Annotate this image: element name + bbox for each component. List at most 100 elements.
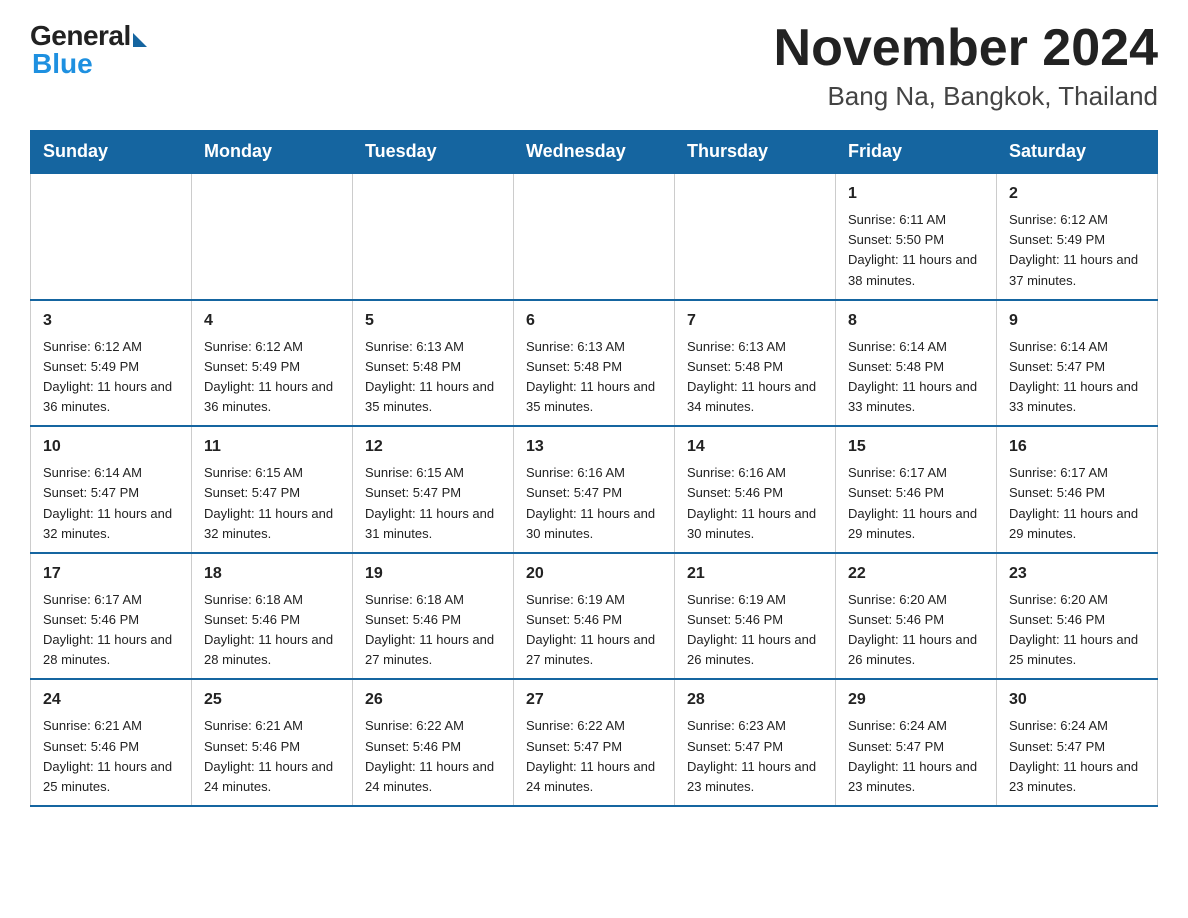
day-number: 17 [43,562,179,586]
calendar-week-1: 1 Sunrise: 6:11 AMSunset: 5:50 PMDaylight… [31,173,1158,300]
calendar-cell-w1-d3 [353,173,514,300]
day-number: 2 [1009,182,1145,206]
header-friday: Friday [836,131,997,174]
day-info: Sunrise: 6:12 AMSunset: 5:49 PMDaylight:… [43,337,179,418]
calendar-cell-w3-d7: 16 Sunrise: 6:17 AMSunset: 5:46 PMDayligh… [997,426,1158,553]
calendar-header-row: SundayMondayTuesdayWednesdayThursdayFrid… [31,131,1158,174]
calendar-cell-w5-d2: 25 Sunrise: 6:21 AMSunset: 5:46 PMDayligh… [192,679,353,806]
calendar-cell-w1-d2 [192,173,353,300]
calendar-cell-w3-d1: 10 Sunrise: 6:14 AMSunset: 5:47 PMDayligh… [31,426,192,553]
header-monday: Monday [192,131,353,174]
calendar-cell-w5-d7: 30Sunrise: 6:24 AMSunset: 5:47 PMDayligh… [997,679,1158,806]
day-info: Sunrise: 6:18 AMSunset: 5:46 PMDaylight:… [204,590,340,671]
title-block: November 2024 Bang Na, Bangkok, Thailand [774,20,1158,112]
day-info: Sunrise: 6:15 AMSunset: 5:47 PMDaylight:… [365,463,501,544]
calendar-cell-w4-d7: 23Sunrise: 6:20 AMSunset: 5:46 PMDayligh… [997,553,1158,680]
calendar-cell-w4-d6: 22 Sunrise: 6:20 AMSunset: 5:46 PMDayligh… [836,553,997,680]
day-number: 3 [43,309,179,333]
day-number: 9 [1009,309,1145,333]
day-info: Sunrise: 6:13 AMSunset: 5:48 PMDaylight:… [365,337,501,418]
calendar-cell-w2-d5: 7 Sunrise: 6:13 AMSunset: 5:48 PMDaylight… [675,300,836,427]
day-info: Sunrise: 6:23 AMSunset: 5:47 PMDaylight:… [687,716,823,797]
calendar-cell-w4-d5: 21 Sunrise: 6:19 AMSunset: 5:46 PMDayligh… [675,553,836,680]
day-info: Sunrise: 6:12 AMSunset: 5:49 PMDaylight:… [204,337,340,418]
day-info: Sunrise: 6:15 AMSunset: 5:47 PMDaylight:… [204,463,340,544]
day-number: 10 [43,435,179,459]
calendar-cell-w5-d6: 29Sunrise: 6:24 AMSunset: 5:47 PMDayligh… [836,679,997,806]
day-number: 5 [365,309,501,333]
calendar-cell-w2-d1: 3 Sunrise: 6:12 AMSunset: 5:49 PMDaylight… [31,300,192,427]
calendar-cell-w2-d2: 4Sunrise: 6:12 AMSunset: 5:49 PMDaylight… [192,300,353,427]
day-number: 27 [526,688,662,712]
calendar-title: November 2024 [774,20,1158,77]
day-info: Sunrise: 6:12 AMSunset: 5:49 PMDaylight:… [1009,210,1145,291]
day-info: Sunrise: 6:22 AMSunset: 5:46 PMDaylight:… [365,716,501,797]
day-number: 8 [848,309,984,333]
day-info: Sunrise: 6:17 AMSunset: 5:46 PMDaylight:… [43,590,179,671]
calendar-cell-w5-d4: 27 Sunrise: 6:22 AMSunset: 5:47 PMDayligh… [514,679,675,806]
day-info: Sunrise: 6:18 AMSunset: 5:46 PMDaylight:… [365,590,501,671]
calendar-cell-w1-d7: 2 Sunrise: 6:12 AMSunset: 5:49 PMDaylight… [997,173,1158,300]
day-info: Sunrise: 6:14 AMSunset: 5:47 PMDaylight:… [1009,337,1145,418]
calendar-table: SundayMondayTuesdayWednesdayThursdayFrid… [30,130,1158,807]
day-number: 7 [687,309,823,333]
day-number: 20 [526,562,662,586]
calendar-cell-w5-d3: 26Sunrise: 6:22 AMSunset: 5:46 PMDayligh… [353,679,514,806]
calendar-cell-w4-d4: 20 Sunrise: 6:19 AMSunset: 5:46 PMDayligh… [514,553,675,680]
day-info: Sunrise: 6:16 AMSunset: 5:47 PMDaylight:… [526,463,662,544]
day-info: Sunrise: 6:11 AMSunset: 5:50 PMDaylight:… [848,210,984,291]
day-number: 23 [1009,562,1145,586]
day-info: Sunrise: 6:20 AMSunset: 5:46 PMDaylight:… [848,590,984,671]
day-number: 24 [43,688,179,712]
logo: General Blue [30,20,147,80]
logo-blue-text: Blue [30,48,93,80]
calendar-cell-w2-d4: 6 Sunrise: 6:13 AMSunset: 5:48 PMDaylight… [514,300,675,427]
calendar-cell-w1-d1 [31,173,192,300]
calendar-cell-w5-d1: 24Sunrise: 6:21 AMSunset: 5:46 PMDayligh… [31,679,192,806]
day-info: Sunrise: 6:22 AMSunset: 5:47 PMDaylight:… [526,716,662,797]
day-info: Sunrise: 6:21 AMSunset: 5:46 PMDaylight:… [204,716,340,797]
day-number: 13 [526,435,662,459]
page-header: General Blue November 2024 Bang Na, Bang… [30,20,1158,112]
calendar-cell-w3-d3: 12 Sunrise: 6:15 AMSunset: 5:47 PMDayligh… [353,426,514,553]
day-info: Sunrise: 6:19 AMSunset: 5:46 PMDaylight:… [687,590,823,671]
calendar-week-3: 10 Sunrise: 6:14 AMSunset: 5:47 PMDayligh… [31,426,1158,553]
day-info: Sunrise: 6:13 AMSunset: 5:48 PMDaylight:… [526,337,662,418]
day-number: 22 [848,562,984,586]
day-number: 15 [848,435,984,459]
header-saturday: Saturday [997,131,1158,174]
day-number: 6 [526,309,662,333]
day-info: Sunrise: 6:17 AMSunset: 5:46 PMDaylight:… [848,463,984,544]
calendar-week-5: 24 Sunrise: 6:21 AMSunset: 5:46 PMDayligh… [31,679,1158,806]
day-info: Sunrise: 6:19 AMSunset: 5:46 PMDaylight:… [526,590,662,671]
day-number: 1 [848,182,984,206]
calendar-cell-w1-d5 [675,173,836,300]
day-info: Sunrise: 6:24 AMSunset: 5:47 PMDaylight:… [1009,716,1145,797]
day-info: Sunrise: 6:17 AMSunset: 5:46 PMDaylight:… [1009,463,1145,544]
calendar-cell-w1-d4 [514,173,675,300]
calendar-cell-w3-d2: 11 Sunrise: 6:15 AMSunset: 5:47 PMDayligh… [192,426,353,553]
calendar-cell-w3-d5: 14 Sunrise: 6:16 AMSunset: 5:46 PMDayligh… [675,426,836,553]
calendar-cell-w4-d1: 17 Sunrise: 6:17 AMSunset: 5:46 PMDayligh… [31,553,192,680]
day-info: Sunrise: 6:16 AMSunset: 5:46 PMDaylight:… [687,463,823,544]
calendar-week-4: 17 Sunrise: 6:17 AMSunset: 5:46 PMDayligh… [31,553,1158,680]
day-info: Sunrise: 6:14 AMSunset: 5:48 PMDaylight:… [848,337,984,418]
header-sunday: Sunday [31,131,192,174]
calendar-cell-w3-d4: 13 Sunrise: 6:16 AMSunset: 5:47 PMDayligh… [514,426,675,553]
day-number: 14 [687,435,823,459]
calendar-cell-w3-d6: 15 Sunrise: 6:17 AMSunset: 5:46 PMDayligh… [836,426,997,553]
calendar-cell-w2-d3: 5 Sunrise: 6:13 AMSunset: 5:48 PMDaylight… [353,300,514,427]
day-number: 12 [365,435,501,459]
header-tuesday: Tuesday [353,131,514,174]
day-info: Sunrise: 6:13 AMSunset: 5:48 PMDaylight:… [687,337,823,418]
day-number: 29 [848,688,984,712]
day-info: Sunrise: 6:14 AMSunset: 5:47 PMDaylight:… [43,463,179,544]
day-number: 11 [204,435,340,459]
calendar-cell-w1-d6: 1 Sunrise: 6:11 AMSunset: 5:50 PMDaylight… [836,173,997,300]
day-number: 28 [687,688,823,712]
day-number: 25 [204,688,340,712]
day-number: 21 [687,562,823,586]
logo-arrow-icon [133,33,147,47]
calendar-cell-w2-d6: 8 Sunrise: 6:14 AMSunset: 5:48 PMDaylight… [836,300,997,427]
day-number: 16 [1009,435,1145,459]
